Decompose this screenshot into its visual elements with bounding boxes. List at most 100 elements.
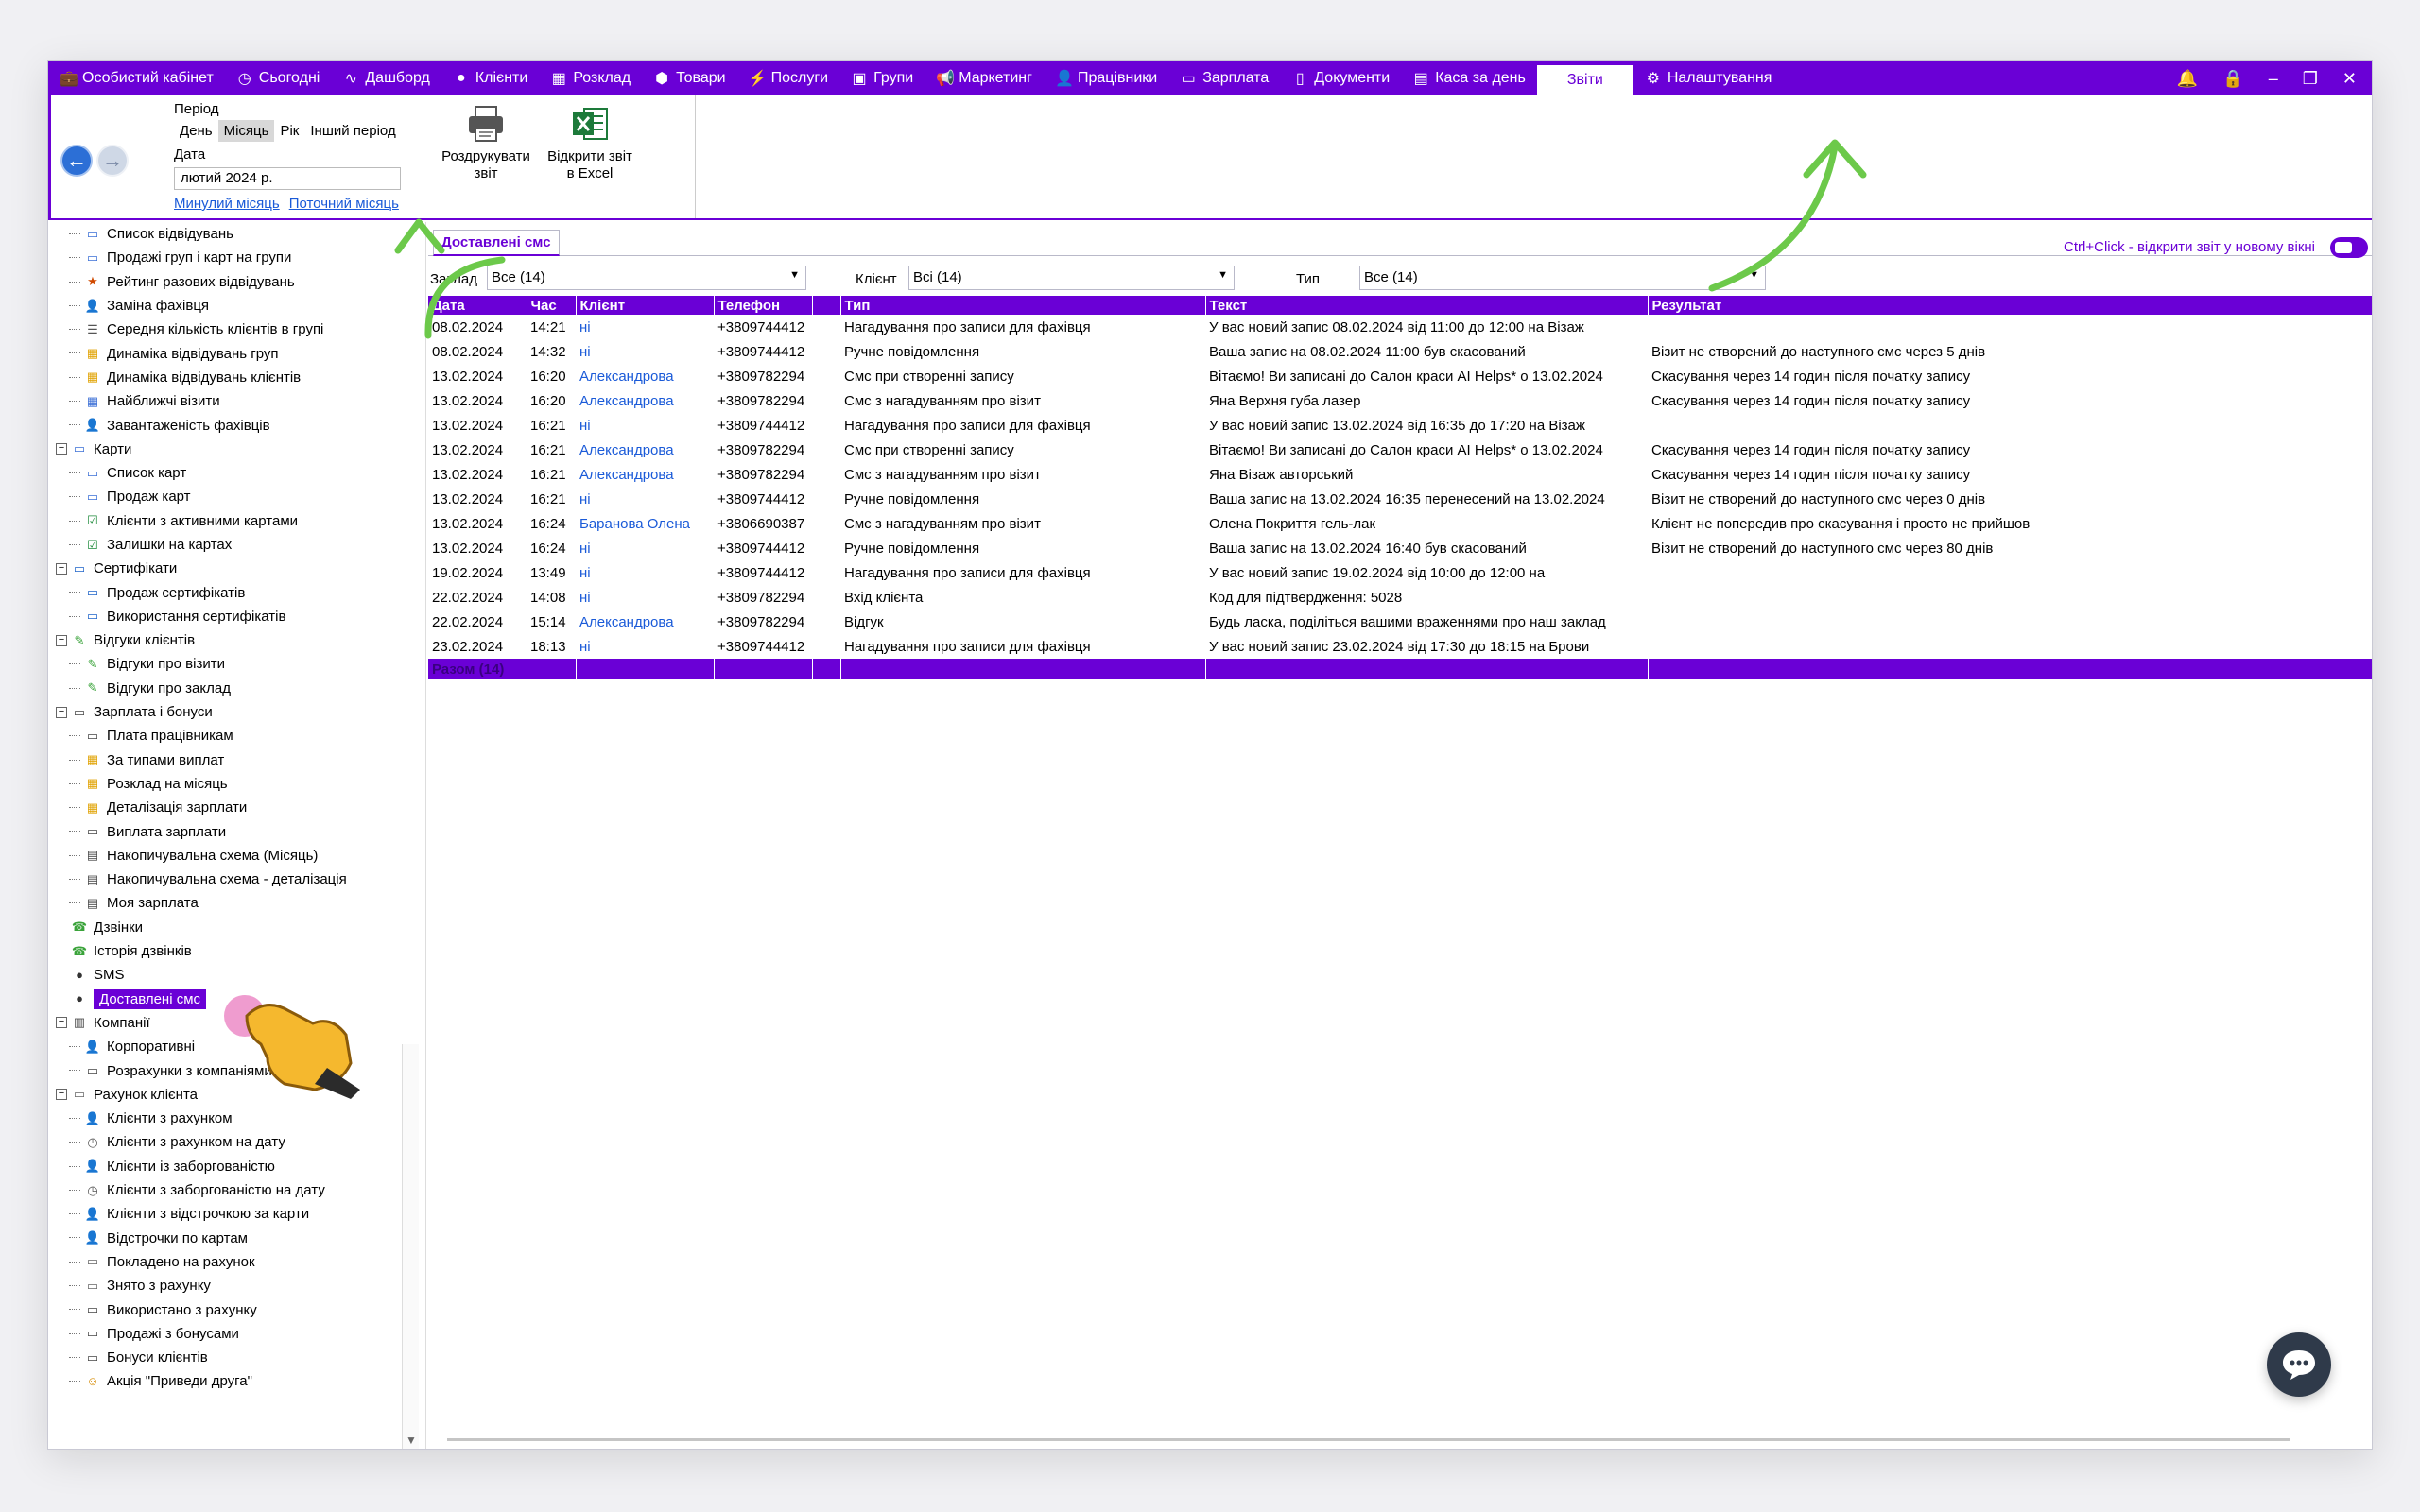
tree-item[interactable]: ▭ Використано з рахунку <box>48 1297 407 1321</box>
table-row[interactable]: 22.02.2024 15:14 Александрова +3809782294 Ві… <box>428 610 2372 634</box>
table-row[interactable]: 23.02.2024 18:13 ні +3809744412 Нагадування … <box>428 634 2372 659</box>
tree-item[interactable]: 👤 Клієнти з відстрочкою за карти <box>48 1202 407 1226</box>
prev-month-link[interactable]: Минулий місяць <box>174 196 280 212</box>
table-row[interactable]: 08.02.2024 14:32 ні +3809744412 Ручне повідо… <box>428 339 2372 364</box>
tree-item[interactable]: ▭ Продажі з бонусами <box>48 1322 407 1346</box>
table-row[interactable]: 22.02.2024 14:08 ні +3809782294 Вхід клієнта… <box>428 585 2372 610</box>
table-row[interactable]: 13.02.2024 16:21 ні +3809744412 Нагадування … <box>428 413 2372 438</box>
column-header[interactable]: Час <box>527 296 577 315</box>
tree-item[interactable]: ▭ Список відвідувань <box>48 222 407 246</box>
tree-item[interactable]: − ▭ Зарплата і бонуси <box>48 700 407 724</box>
tree-scrollbar[interactable]: ▼ <box>402 1044 419 1449</box>
table-row[interactable]: 13.02.2024 16:24 Баранова Олена +3806690387… <box>428 511 2372 536</box>
tree-item[interactable]: ▤ Моя зарплата <box>48 891 407 915</box>
table-row[interactable]: 13.02.2024 16:21 Александрова +3809782294 См… <box>428 462 2372 487</box>
minimize-icon[interactable]: – <box>2269 69 2278 89</box>
tree-item[interactable]: ☰ Середня кількість клієнтів в групі <box>48 318 407 341</box>
collapse-icon[interactable]: − <box>56 1089 67 1101</box>
tree-item[interactable]: ☎ Дзвінки <box>48 916 407 939</box>
restore-icon[interactable]: ❐ <box>2303 69 2318 89</box>
collapse-icon[interactable]: − <box>56 443 67 455</box>
scroll-down-icon[interactable]: ▼ <box>406 1434 417 1447</box>
tree-item[interactable]: − ▭ Карти <box>48 438 407 461</box>
tree-item[interactable]: ▭ Використання сертифікатів <box>48 605 407 628</box>
tree-item[interactable]: ▤ Накопичувальна схема - деталізація <box>48 868 407 891</box>
tree-item[interactable]: − ▭ Сертифікати <box>48 557 407 580</box>
tree-item[interactable]: ★ Рейтинг разових відвідувань <box>48 270 407 294</box>
arrow-left-icon[interactable]: ← <box>60 145 93 177</box>
tree-item[interactable]: ☑ Залишки на картах <box>48 533 407 557</box>
table-row[interactable]: 13.02.2024 16:20 Александрова +3809782294 См… <box>428 364 2372 388</box>
tree-item[interactable]: 👤 Відстрочки по картам <box>48 1226 407 1249</box>
period-year[interactable]: Рік <box>274 120 304 142</box>
tree-item[interactable]: ▦ Динаміка відвідувань груп <box>48 341 407 365</box>
menu-item-0[interactable]: 💼 Особистий кабінет <box>48 61 225 95</box>
column-header[interactable]: Клієнт <box>576 296 715 315</box>
tree-item[interactable]: ▦ Розклад на місяць <box>48 772 407 796</box>
column-header[interactable]: Результат <box>1648 296 2372 315</box>
lock-icon[interactable]: 🔒 <box>2222 69 2243 89</box>
arrow-right-icon[interactable]: → <box>96 145 129 177</box>
table-row[interactable]: 08.02.2024 14:21 ні +3809744412 Нагадування … <box>428 315 2372 339</box>
menu-item-2[interactable]: ∿ Дашборд <box>331 61 441 95</box>
tree-item[interactable]: ▭ Виплата зарплати <box>48 819 407 843</box>
zaklad-select[interactable]: Все (14) ▼ <box>487 266 806 290</box>
tree-item[interactable]: ✎ Відгуки про візити <box>48 652 407 676</box>
tree-item[interactable]: ◷ Клієнти з рахунком на дату <box>48 1130 407 1154</box>
column-header[interactable]: Телефон <box>714 296 813 315</box>
tree-item[interactable]: 👤 Клієнти із заборгованістю <box>48 1155 407 1178</box>
collapse-icon[interactable]: − <box>56 1017 67 1029</box>
tree-item[interactable]: ◷ Клієнти з заборгованістю на дату <box>48 1178 407 1202</box>
tree-item[interactable]: ▭ Плата працівникам <box>48 724 407 747</box>
tree-item[interactable]: ✎ Відгуки про заклад <box>48 677 407 700</box>
client-select[interactable]: Всі (14) ▼ <box>908 266 1235 290</box>
menu-item-10[interactable]: ▭ Зарплата <box>1168 61 1280 95</box>
tree-item[interactable]: ☎ Історія дзвінків <box>48 939 407 963</box>
tree-item[interactable]: ☺ Акція "Приведи друга" <box>48 1369 407 1393</box>
period-day[interactable]: День <box>174 120 218 142</box>
menu-item-13[interactable]: ▤Звіти <box>1536 65 1634 95</box>
tree-item[interactable]: ☑ Клієнти з активними картами <box>48 509 407 533</box>
menu-item-9[interactable]: 👤 Працівники <box>1044 61 1168 95</box>
column-header[interactable]: Текст <box>1205 296 1649 315</box>
menu-item-8[interactable]: 📢 Маркетинг <box>925 61 1044 95</box>
menu-item-5[interactable]: ⬢ Товари <box>642 61 736 95</box>
tree-item[interactable]: ▤ Накопичувальна схема (Місяць) <box>48 844 407 868</box>
menu-item-1[interactable]: ◷ Сьогодні <box>225 61 332 95</box>
chat-button[interactable] <box>2267 1332 2331 1397</box>
column-header[interactable]: Тип <box>840 296 1206 315</box>
menu-item-14[interactable]: ⚙ Налаштування <box>1634 61 1784 95</box>
tree-item[interactable]: ▦ Деталізація зарплати <box>48 796 407 819</box>
tree-item[interactable]: 👤 Заміна фахівця <box>48 294 407 318</box>
menu-item-11[interactable]: ▯ Документи <box>1280 61 1401 95</box>
column-header[interactable] <box>812 296 841 315</box>
tree-item[interactable]: ▦ Найближчі візити <box>48 389 407 413</box>
collapse-icon[interactable]: − <box>56 562 67 575</box>
period-month[interactable]: Місяць <box>217 120 275 142</box>
tree-item[interactable]: ▭ Знято з рахунку <box>48 1274 407 1297</box>
collapse-icon[interactable]: − <box>56 634 67 646</box>
open-excel-button[interactable]: Відкрити звіт в Excel <box>543 103 637 182</box>
table-row[interactable]: 13.02.2024 16:21 ні +3809744412 Ручне повідо… <box>428 487 2372 511</box>
menu-item-7[interactable]: ▣ Групи <box>839 61 925 95</box>
table-row[interactable]: 13.02.2024 16:20 Александрова +3809782294 См… <box>428 388 2372 413</box>
bell-icon[interactable]: 🔔 <box>2177 69 2198 89</box>
collapse-icon[interactable]: − <box>56 706 67 718</box>
menu-item-6[interactable]: ⚡ Послуги <box>737 61 840 95</box>
menu-item-12[interactable]: ▤ Каса за день <box>1401 61 1537 95</box>
menu-item-3[interactable]: ● Клієнти <box>441 61 539 95</box>
tree-item[interactable]: 👤 Завантаженість фахівців <box>48 413 407 437</box>
toggle-switch[interactable] <box>2330 237 2368 258</box>
tree-item[interactable]: ▦ Динаміка відвідувань клієнтів <box>48 366 407 389</box>
period-other[interactable]: Інший період <box>304 120 401 142</box>
horizontal-scrollbar[interactable] <box>447 1438 2290 1441</box>
tree-item[interactable]: ▭ Покладено на рахунок <box>48 1250 407 1274</box>
tree-item[interactable]: ▭ Продаж сертифікатів <box>48 580 407 604</box>
tree-item[interactable]: ▭ Продаж карт <box>48 485 407 508</box>
close-icon[interactable]: ✕ <box>2342 69 2357 89</box>
menu-item-4[interactable]: ▦ Розклад <box>539 61 642 95</box>
table-row[interactable]: 13.02.2024 16:24 ні +3809744412 Ручне повідо… <box>428 536 2372 560</box>
tree-item[interactable]: ▦ За типами виплат <box>48 748 407 772</box>
tree-item[interactable]: ▭ Бонуси клієнтів <box>48 1346 407 1369</box>
tree-item[interactable]: ▭ Список карт <box>48 461 407 485</box>
